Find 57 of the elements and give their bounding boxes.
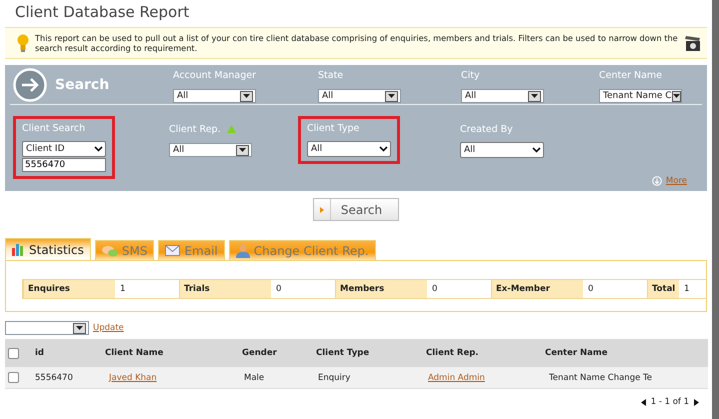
page-info: 1 - 1 of 1: [650, 397, 689, 407]
column-header: Client Type: [316, 348, 370, 358]
field-label: Account Manager: [173, 70, 256, 80]
page-title: Client Database Report: [14, 2, 190, 23]
input-field[interactable]: 5556470: [22, 158, 106, 172]
table-link[interactable]: Javed Khan: [109, 372, 157, 382]
table-cell: 5556470: [35, 372, 73, 382]
checkbox[interactable]: [8, 372, 19, 383]
field-label: State: [318, 70, 344, 80]
table-cell: Tenant Name Change Te: [549, 372, 652, 382]
dropdown[interactable]: All: [460, 142, 544, 158]
column-header: Client Rep.: [426, 348, 479, 358]
field-label: Client Search: [22, 122, 86, 134]
envelope-icon: [165, 245, 180, 256]
dropdown[interactable]: All: [173, 89, 256, 103]
field-label: City: [461, 70, 480, 80]
panel-heading: Search: [55, 76, 110, 92]
dropdown[interactable]: Client ID: [22, 141, 106, 157]
field-label: Center Name: [599, 70, 662, 80]
table-cell: Enquiry: [318, 372, 350, 382]
dropdown[interactable]: Tenant Name C: [599, 89, 682, 103]
column-header: id: [35, 348, 44, 358]
dropdown[interactable]: All: [461, 89, 544, 103]
field-label: Created By: [460, 124, 513, 134]
column-header: Center Name: [545, 348, 608, 358]
stat-label: Trials: [179, 280, 271, 298]
chevron-down-icon: [94, 146, 103, 152]
stat-label: Total: [647, 280, 679, 298]
chat-bubbles-icon: [102, 244, 118, 256]
tab[interactable]: Statistics: [5, 238, 91, 260]
dropdown[interactable]: All: [318, 89, 401, 103]
stat-label: Ex-Member: [491, 280, 583, 298]
arrow-right-circle-icon: [13, 68, 47, 102]
chevron-down-icon: [379, 146, 388, 152]
update-link[interactable]: Update: [93, 323, 124, 333]
dropdown[interactable]: [5, 321, 89, 335]
previous-page-icon[interactable]: [640, 398, 646, 406]
play-arrow-icon: [320, 206, 324, 212]
field-label: Client Type: [307, 122, 360, 134]
column-header: Client Name: [105, 348, 164, 358]
chevron-down-icon: [532, 147, 541, 153]
stat-label: Members: [335, 280, 427, 298]
lightbulb-icon: [17, 34, 29, 52]
person-icon: [236, 244, 250, 258]
column-header: Gender: [242, 348, 277, 358]
next-page-icon[interactable]: [694, 398, 699, 406]
stat-label: Enquires: [23, 280, 115, 298]
dropdown[interactable]: All: [169, 143, 252, 157]
field-label: Client Rep.: [169, 124, 221, 134]
clapperboard-icon: [685, 34, 701, 52]
checkbox[interactable]: [8, 348, 19, 358]
down-circle-icon: [652, 176, 662, 186]
search-button[interactable]: Search: [312, 198, 400, 221]
dropdown[interactable]: All: [307, 141, 391, 157]
table-cell: Male: [244, 372, 264, 382]
bar-chart-icon: [12, 243, 25, 256]
info-text: This report can be used to pull out a list of your con tire client database comprising of enquiries, members and trials. Filters can be used to narrow down the search result according to requirement.: [35, 33, 679, 53]
